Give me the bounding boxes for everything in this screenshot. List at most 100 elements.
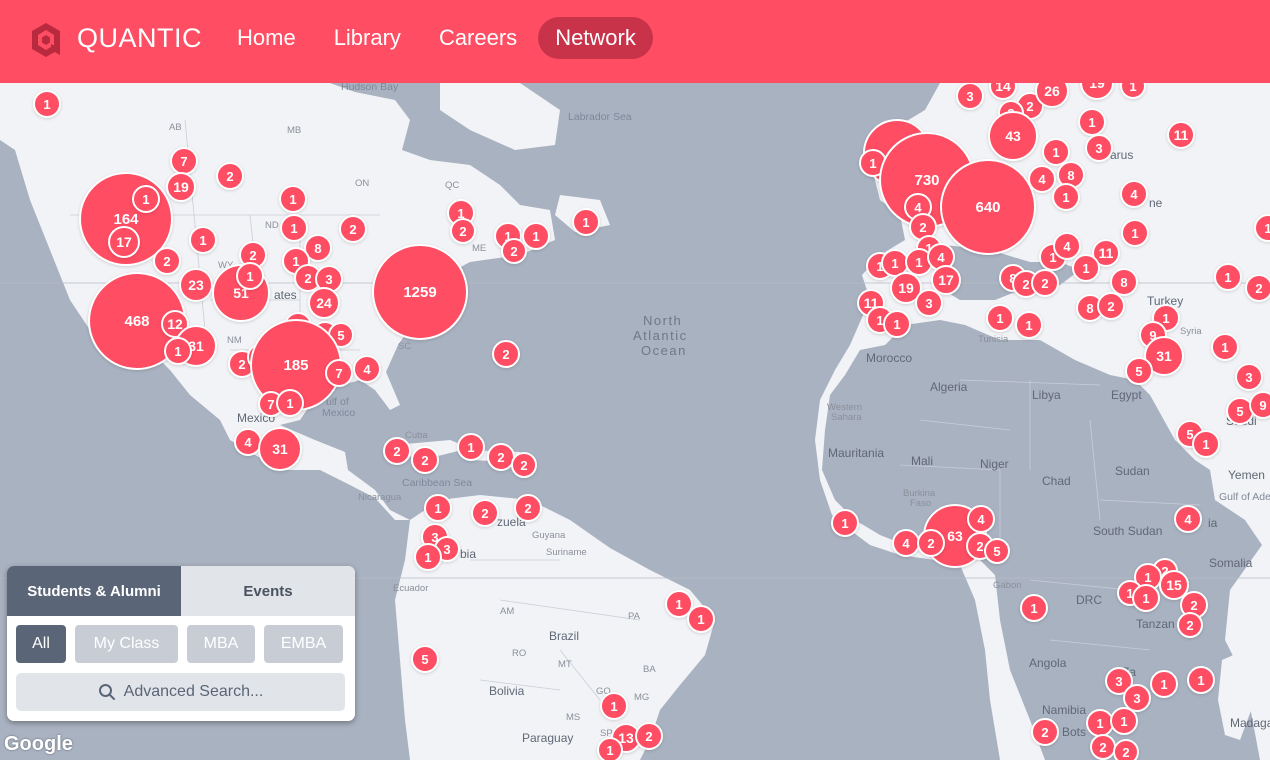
map-cluster-marker[interactable]: 1 [132, 185, 160, 213]
map-cluster-marker[interactable]: 1 [1254, 214, 1270, 242]
map-cluster-marker[interactable]: 1 [1020, 594, 1048, 622]
map-cluster-marker[interactable]: 1 [1072, 254, 1100, 282]
map-cluster-marker[interactable]: 1 [1015, 311, 1043, 339]
map-cluster-marker[interactable]: 1 [572, 208, 600, 236]
map-cluster-marker[interactable]: 1 [189, 226, 217, 254]
map-cluster-marker[interactable]: 11 [1167, 121, 1195, 149]
map-cluster-marker[interactable]: 1 [522, 222, 550, 250]
map-cluster-marker[interactable]: 1 [236, 262, 264, 290]
map-cluster-marker[interactable]: 2 [635, 722, 663, 750]
map-cluster-marker[interactable]: 3 [1235, 363, 1263, 391]
advanced-search-label: Advanced Search... [123, 683, 264, 700]
map-cluster-marker[interactable]: 1 [687, 605, 715, 633]
map-cluster-marker[interactable]: 1 [1078, 108, 1106, 136]
map-cluster-marker[interactable]: 2 [511, 452, 537, 478]
map-cluster-marker[interactable]: 2 [450, 218, 476, 244]
filter-emba-button[interactable]: EMBA [264, 625, 343, 663]
filter-chips: All My Class MBA EMBA [16, 625, 343, 663]
map-cluster-marker[interactable]: 31 [258, 427, 302, 471]
map-cluster-marker[interactable]: 1 [1110, 707, 1138, 735]
map-cluster-marker[interactable]: 4 [967, 505, 995, 533]
map-cluster-marker[interactable]: 43 [988, 111, 1038, 161]
map-cluster-marker[interactable]: 2 [383, 437, 411, 465]
map-cluster-marker[interactable]: 1 [279, 185, 307, 213]
google-logo[interactable]: Google [4, 733, 73, 756]
nav-network[interactable]: Network [538, 17, 653, 59]
map-cluster-marker[interactable]: 1 [1150, 670, 1178, 698]
map-cluster-marker[interactable]: 2 [471, 499, 499, 527]
map-cluster-marker[interactable]: 1 [1211, 333, 1239, 361]
top-navigation-bar: QUANTIC Home Library Careers Network [0, 0, 1270, 83]
map-cluster-marker[interactable]: 1 [164, 337, 192, 365]
map-cluster-marker[interactable]: 2 [1097, 292, 1125, 320]
main-nav: Home Library Careers Network [220, 17, 653, 59]
map-cluster-marker[interactable]: 1 [1192, 430, 1220, 458]
filter-my-class-button[interactable]: My Class [75, 625, 178, 663]
network-filter-panel: Students & Alumni Events All My Class MB… [7, 566, 355, 721]
tab-students-alumni[interactable]: Students & Alumni [7, 566, 181, 616]
map-cluster-marker[interactable]: 2 [492, 340, 520, 368]
map-cluster-marker[interactable]: 1 [1214, 263, 1242, 291]
map-cluster-marker[interactable]: 5 [984, 538, 1010, 564]
tab-events[interactable]: Events [181, 566, 355, 616]
map-cluster-marker[interactable]: 1 [1120, 83, 1146, 99]
map-cluster-marker[interactable]: 1 [1132, 584, 1160, 612]
map-cluster-marker[interactable]: 7 [325, 359, 353, 387]
map-cluster-marker[interactable]: 5 [1125, 357, 1153, 385]
map-cluster-marker[interactable]: 1 [600, 692, 628, 720]
map-cluster-marker[interactable]: 2 [1177, 612, 1203, 638]
panel-tabs: Students & Alumni Events [7, 566, 355, 616]
map-cluster-marker[interactable]: 1 [276, 389, 304, 417]
map-cluster-marker[interactable]: 3 [956, 83, 984, 110]
map-cluster-marker[interactable]: 1 [457, 433, 485, 461]
map-cluster-marker[interactable]: 1 [1121, 219, 1149, 247]
map-cluster-marker[interactable]: 640 [940, 159, 1036, 255]
search-icon [98, 684, 115, 700]
quantic-logo-icon [32, 23, 60, 57]
map-cluster-marker[interactable]: 3 [1085, 134, 1113, 162]
map-cluster-marker[interactable]: 4 [353, 355, 381, 383]
map-cluster-marker[interactable]: 4 [892, 529, 920, 557]
map-cluster-marker[interactable]: 1259 [372, 244, 468, 340]
map-cluster-marker[interactable]: 1 [280, 214, 308, 242]
map-cluster-marker[interactable]: 19 [166, 172, 196, 202]
nav-careers[interactable]: Careers [422, 17, 534, 59]
map-cluster-marker[interactable]: 24 [308, 287, 340, 319]
map-cluster-marker[interactable]: 1 [414, 543, 442, 571]
map-cluster-marker[interactable]: 1 [1052, 183, 1080, 211]
map-cluster-marker[interactable]: 2 [216, 162, 244, 190]
map-cluster-marker[interactable]: 2 [1031, 718, 1059, 746]
map-cluster-marker[interactable]: 2 [514, 494, 542, 522]
map-cluster-marker[interactable]: 1 [883, 310, 911, 338]
map-cluster-marker[interactable]: 3 [915, 289, 943, 317]
map-cluster-marker[interactable]: 2 [411, 446, 439, 474]
map-cluster-marker[interactable]: 1 [986, 304, 1014, 332]
map-cluster-marker[interactable]: 2 [339, 215, 367, 243]
filter-all-button[interactable]: All [16, 625, 66, 663]
filter-mba-button[interactable]: MBA [187, 625, 255, 663]
map-cluster-marker[interactable]: 2 [1031, 269, 1059, 297]
map-cluster-marker[interactable]: 23 [179, 268, 213, 302]
map-cluster-marker[interactable]: 2 [1090, 734, 1116, 760]
map-cluster-marker[interactable]: 17 [108, 226, 140, 258]
map-cluster-marker[interactable]: 5 [411, 645, 439, 673]
map-cluster-marker[interactable]: 7 [170, 147, 198, 175]
nav-library[interactable]: Library [317, 17, 418, 59]
map-cluster-marker[interactable]: 1 [424, 494, 452, 522]
map-cluster-marker[interactable]: 4 [1120, 180, 1148, 208]
map-cluster-marker[interactable]: 2 [1245, 274, 1270, 302]
map-cluster-marker[interactable]: 2 [917, 529, 945, 557]
map-cluster-marker[interactable]: 1 [597, 737, 623, 760]
map-cluster-marker[interactable]: 19 [1080, 83, 1114, 100]
advanced-search-button[interactable]: Advanced Search... [16, 673, 345, 711]
map-cluster-marker[interactable]: 14 [989, 83, 1017, 100]
map-cluster-marker[interactable]: 2 [1113, 739, 1139, 760]
nav-home[interactable]: Home [220, 17, 313, 59]
map-cluster-marker[interactable]: 9 [1249, 391, 1270, 419]
map-cluster-marker[interactable]: 1 [1187, 666, 1215, 694]
map-cluster-marker[interactable]: 1 [33, 90, 61, 118]
brand-name[interactable]: QUANTIC [77, 23, 202, 54]
map-cluster-marker[interactable]: 1 [831, 509, 859, 537]
map-cluster-marker[interactable]: 2 [153, 247, 181, 275]
map-cluster-marker[interactable]: 4 [1174, 505, 1202, 533]
